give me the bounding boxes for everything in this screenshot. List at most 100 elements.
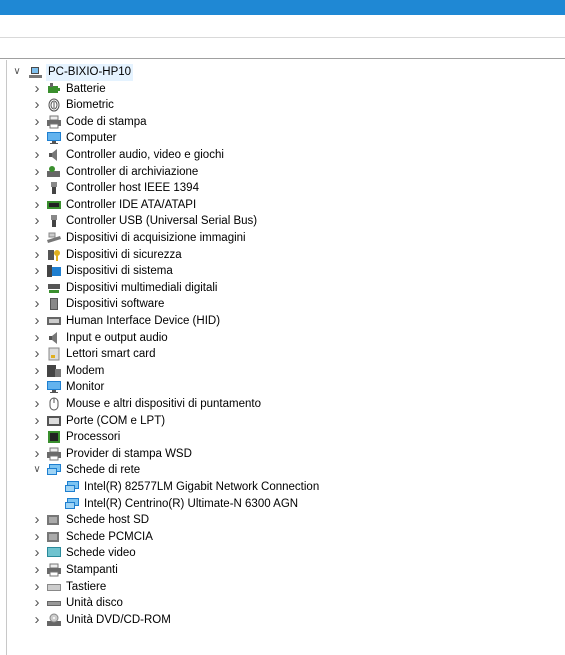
device-tree: ∨ PC-BIXIO-HP10 › Batterie › Biometric › Code d… xyxy=(0,60,565,655)
tree-item-label: Tastiere xyxy=(66,580,107,593)
printer-icon xyxy=(46,563,62,577)
chevron-right-icon[interactable]: › xyxy=(32,246,42,263)
chevron-right-icon[interactable]: › xyxy=(32,396,42,412)
tree-item-label: Batterie xyxy=(66,82,106,95)
tree-category-dispositivi-di-acquisizione-immagini[interactable]: › Dispositivi di acquisizione immagini xyxy=(0,230,560,247)
chevron-right-icon[interactable]: › xyxy=(32,263,42,279)
tree-item-label: Dispositivi di acquisizione immagini xyxy=(66,232,246,244)
tree-root[interactable]: ∨ PC-BIXIO-HP10 xyxy=(0,64,560,81)
speaker-icon xyxy=(46,148,62,162)
tree-item-label: Unità DVD/CD-ROM xyxy=(66,613,171,626)
tree-item-label: Schede di rete xyxy=(66,464,141,477)
tree-category-mouse-e-altri-dispositivi-di-puntamento[interactable]: › Mouse e altri dispositivi di puntamento xyxy=(0,396,560,413)
chevron-right-icon[interactable]: › xyxy=(32,595,42,611)
tree-category-input-e-output-audio[interactable]: › Input e output audio xyxy=(0,329,560,347)
tree-category-schede-di-rete[interactable]: ∨ Schede di rete xyxy=(0,462,560,479)
tree-item-label: Dispositivi software xyxy=(66,298,165,311)
network-adapter-icon xyxy=(46,463,62,477)
tree-category-schede-host-sd[interactable]: › Schede host SD xyxy=(0,512,560,529)
chevron-right-icon[interactable]: › xyxy=(32,196,42,213)
tree-category-processori[interactable]: › Processori xyxy=(0,429,560,446)
tree-item-label: Intel(R) Centrino(R) Ultimate-N 6300 AGN xyxy=(84,497,299,510)
network-adapter-icon xyxy=(64,497,80,511)
chevron-right-icon[interactable]: › xyxy=(32,346,42,362)
speaker-icon xyxy=(46,331,62,345)
chevron-right-icon[interactable]: › xyxy=(32,429,42,445)
battery-icon xyxy=(46,82,62,96)
tree-item-label: Monitor xyxy=(66,381,105,394)
tree-item-label: Computer xyxy=(66,132,117,145)
tree-category-monitor[interactable]: › Monitor xyxy=(0,379,560,396)
chevron-right-icon[interactable]: › xyxy=(32,379,42,395)
tree-category-controller-di-archiviazione[interactable]: › Controller di archiviazione xyxy=(0,163,560,181)
chevron-right-icon[interactable]: › xyxy=(32,213,42,229)
chevron-down-icon[interactable]: ∨ xyxy=(12,64,22,80)
chevron-right-icon[interactable]: › xyxy=(32,296,42,312)
port-icon xyxy=(46,414,62,428)
smart-card-icon xyxy=(46,347,62,361)
chevron-right-icon[interactable]: › xyxy=(32,163,42,180)
chevron-right-icon[interactable]: › xyxy=(32,97,42,113)
tree-item-label: Controller host IEEE 1394 xyxy=(66,182,199,195)
chevron-right-icon[interactable]: › xyxy=(32,545,42,561)
tree-category-code-di-stampa[interactable]: › Code di stampa xyxy=(0,113,560,131)
chevron-right-icon[interactable]: › xyxy=(32,130,42,146)
tree-item-label: Provider di stampa WSD xyxy=(66,447,192,460)
tree-device-item[interactable]: Intel(R) 82577LM Gigabit Network Connect… xyxy=(0,479,560,496)
chevron-right-icon[interactable]: › xyxy=(32,147,42,163)
tree-item-label: Controller di archiviazione xyxy=(66,165,199,178)
tree-category-dispositivi-di-sistema[interactable]: › Dispositivi di sistema xyxy=(0,263,560,280)
tree-item-label: Schede video xyxy=(66,547,136,560)
chevron-right-icon[interactable]: › xyxy=(32,445,42,462)
tree-category-controller-ide-ata-atapi[interactable]: › Controller IDE ATA/ATAPI xyxy=(0,196,560,214)
tree-category-dispositivi-di-sicurezza[interactable]: › Dispositivi di sicurezza xyxy=(0,246,560,264)
chevron-right-icon[interactable]: › xyxy=(32,313,42,329)
tree-item-label: Controller USB (Universal Serial Bus) xyxy=(66,215,258,228)
tree-category-controller-usb-universal-serial-bus[interactable]: › Controller USB (Universal Serial Bus) xyxy=(0,213,560,230)
tree-category-batterie[interactable]: › Batterie xyxy=(0,80,560,98)
tree-category-porte-com-e-lpt[interactable]: › Porte (COM e LPT) xyxy=(0,412,560,430)
tree-category-dispositivi-software[interactable]: › Dispositivi software xyxy=(0,296,560,313)
chevron-right-icon[interactable]: › xyxy=(32,279,42,296)
tree-category-unit-dvd-cd-rom[interactable]: › Unità DVD/CD-ROM xyxy=(0,611,560,629)
tree-item-label: Intel(R) 82577LM Gigabit Network Connect… xyxy=(84,481,320,493)
chevron-right-icon[interactable]: › xyxy=(32,80,42,97)
chevron-right-icon[interactable]: › xyxy=(32,113,42,130)
tree-category-human-interface-device-hid[interactable]: › Human Interface Device (HID) xyxy=(0,313,560,330)
dvd-drive-icon xyxy=(46,613,62,627)
tree-category-computer[interactable]: › Computer xyxy=(0,130,560,147)
chevron-right-icon[interactable]: › xyxy=(32,562,42,578)
tree-category-controller-host-ieee-1394[interactable]: › Controller host IEEE 1394 xyxy=(0,180,560,197)
chevron-right-icon[interactable]: › xyxy=(32,230,42,246)
chevron-right-icon[interactable]: › xyxy=(32,362,42,379)
printer-icon xyxy=(46,447,62,461)
chevron-right-icon[interactable]: › xyxy=(32,412,42,429)
tree-category-schede-pcmcia[interactable]: › Schede PCMCIA xyxy=(0,528,560,546)
chevron-right-icon[interactable]: › xyxy=(32,512,42,528)
chevron-right-icon[interactable]: › xyxy=(32,329,42,346)
tree-category-provider-di-stampa-wsd[interactable]: › Provider di stampa WSD xyxy=(0,445,560,463)
tree-item-label: Mouse e altri dispositivi di puntamento xyxy=(66,398,261,410)
chevron-right-icon[interactable]: › xyxy=(32,528,42,545)
tree-item-label: Schede PCMCIA xyxy=(66,530,153,543)
tree-category-stampanti[interactable]: › Stampanti xyxy=(0,562,560,579)
tree-device-item[interactable]: Intel(R) Centrino(R) Ultimate-N 6300 AGN xyxy=(0,496,560,513)
display-adapter-icon xyxy=(46,546,62,560)
chevron-right-icon[interactable]: › xyxy=(32,611,42,628)
window-titlebar xyxy=(0,0,565,15)
tree-category-lettori-smart-card[interactable]: › Lettori smart card xyxy=(0,346,560,363)
tree-category-dispositivi-multimediali-digitali[interactable]: › Dispositivi multimediali digitali xyxy=(0,279,560,297)
tree-item-label: Code di stampa xyxy=(66,115,147,128)
tree-item-label: Lettori smart card xyxy=(66,348,156,361)
tree-category-controller-audio-video-e-giochi[interactable]: › Controller audio, video e giochi xyxy=(0,147,560,164)
chevron-right-icon[interactable]: › xyxy=(32,180,42,196)
tree-category-schede-video[interactable]: › Schede video xyxy=(0,545,560,562)
modem-icon xyxy=(46,364,62,378)
chevron-right-icon[interactable]: › xyxy=(32,578,42,595)
tree-category-tastiere[interactable]: › Tastiere xyxy=(0,578,560,596)
tree-category-biometric[interactable]: › Biometric xyxy=(0,97,560,114)
tree-item-label: Human Interface Device (HID) xyxy=(66,315,221,327)
tree-category-unit-disco[interactable]: › Unità disco xyxy=(0,595,560,612)
tree-category-modem[interactable]: › Modem xyxy=(0,362,560,380)
chevron-down-icon[interactable]: ∨ xyxy=(32,462,42,478)
